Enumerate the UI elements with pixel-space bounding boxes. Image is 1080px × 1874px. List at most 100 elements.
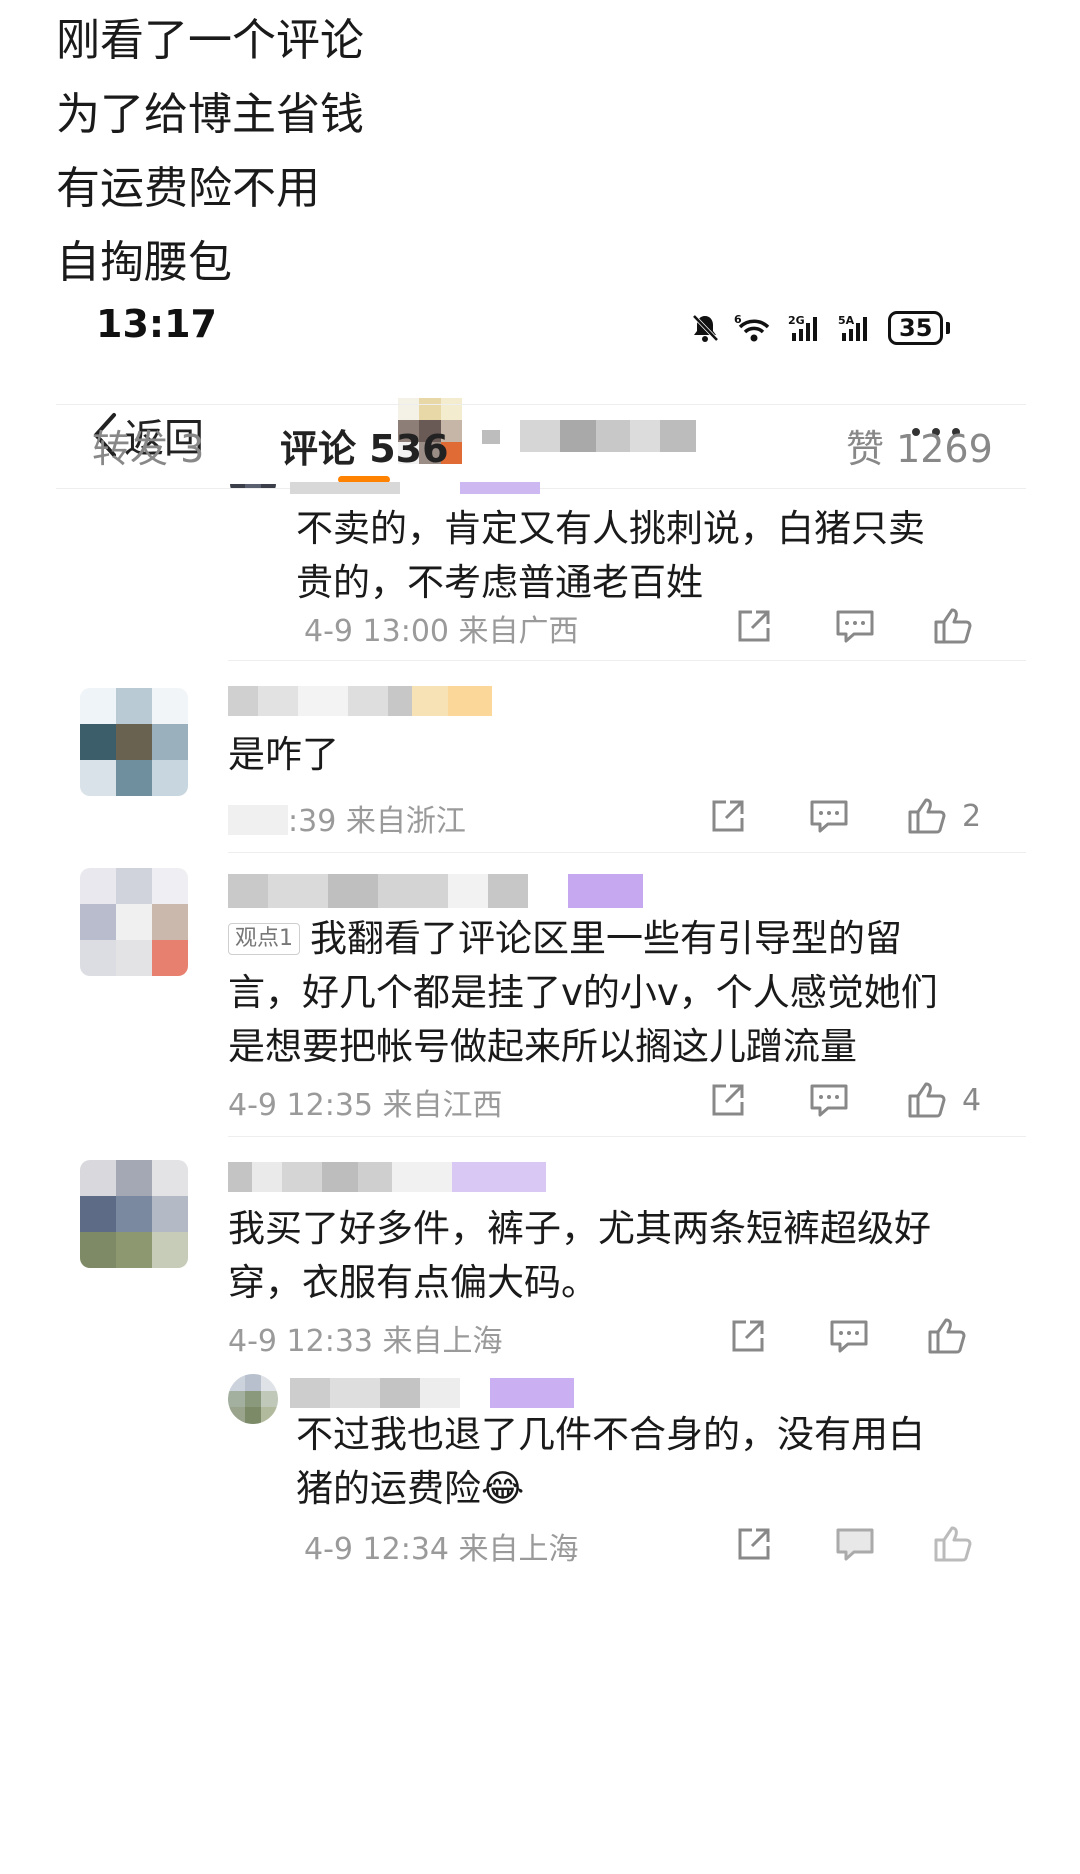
comment-item: 不卖的，肯定又有人挑刺说，白猪只卖 贵的，不考虑普通老百姓 4-9 13:00 …: [0, 482, 1080, 668]
like-button[interactable]: [926, 1316, 982, 1356]
tab-likes[interactable]: 赞 1269: [846, 418, 993, 473]
share-button[interactable]: [708, 1080, 748, 1120]
like-button[interactable]: 4: [906, 1080, 981, 1120]
thumbs-up-icon: [908, 1082, 946, 1118]
comment-text: 不卖的，肯定又有人挑刺说，白猪只卖 贵的，不考虑普通老百姓: [296, 502, 925, 610]
status-time: 13:17: [96, 302, 217, 346]
share-icon: [738, 1528, 770, 1560]
share-icon: [738, 610, 770, 642]
caption-line: 有运费险不用: [56, 163, 320, 214]
reply-button[interactable]: [808, 1080, 850, 1120]
share-icon: [732, 1320, 764, 1352]
tab-comments[interactable]: 评论 536: [280, 418, 449, 473]
reply-button[interactable]: [834, 606, 876, 646]
comment-text: 我买了好多件，裤子，尤其两条短裤超级好 穿，衣服有点偏大码。: [228, 1202, 931, 1310]
comment-actions: [720, 1316, 1020, 1356]
comment-item: 观点1 我翻看了评论区里一些有引导型的留 言，好几个都是挂了v的小v，个人感觉她们…: [0, 864, 1080, 1134]
comment-icon: [810, 800, 848, 833]
comment-line: 是咋了: [228, 733, 339, 776]
blurred-username[interactable]: [228, 874, 643, 908]
comment-divider: [228, 660, 1026, 661]
comment-icon: [836, 610, 874, 643]
avatar[interactable]: [80, 688, 188, 796]
avatar[interactable]: [80, 1160, 188, 1268]
reply-button[interactable]: [834, 1524, 876, 1564]
comment-line: 穿，衣服有点偏大码。: [228, 1261, 598, 1304]
phone-screenshot: 13:17 6 2G 5A 35 返回 转发 3 评论 536 赞 1269 不…: [0, 298, 1080, 1874]
opinion-badge[interactable]: 观点1: [228, 923, 300, 955]
share-button[interactable]: [708, 796, 748, 836]
comment-line: 不过我也退了几件不合身的，没有用白: [296, 1413, 925, 1456]
comment-line-text: 我翻看了评论区里一些有引导型的留: [310, 917, 902, 960]
comment-meta: 4-9 12:33 来自上海: [228, 1324, 503, 1359]
comment-divider: [228, 852, 1026, 853]
caption-line: 自掏腰包: [56, 237, 232, 288]
reply-button[interactable]: [828, 1316, 870, 1356]
signal-5g-icon: 5A: [838, 314, 867, 341]
comment-item: 是咋了 :39 来自浙江 2: [0, 676, 1080, 846]
mute-bell-icon: [692, 314, 719, 342]
like-button[interactable]: [932, 1524, 988, 1564]
blurred-username[interactable]: [290, 1378, 574, 1408]
share-icon: [712, 1084, 744, 1116]
share-button[interactable]: [734, 1524, 774, 1564]
share-button[interactable]: [734, 606, 774, 646]
thumbs-up-icon: [908, 798, 946, 834]
blurred-username[interactable]: [228, 686, 492, 716]
like-button[interactable]: [932, 606, 988, 646]
comment-line: 是想要把帐号做起来所以搁这儿蹭流量: [228, 1025, 857, 1068]
blurred-username[interactable]: [228, 1162, 546, 1192]
caption-line: 为了给博主省钱: [56, 89, 364, 140]
like-button[interactable]: 2: [906, 796, 981, 836]
status-bar: 13:17 6 2G 5A 35: [0, 298, 1080, 348]
comment-line: 不卖的，肯定又有人挑刺说，白猪只卖: [296, 507, 925, 550]
comment-text: 不过我也退了几件不合身的，没有用白 猪的运费险😂: [296, 1408, 925, 1516]
blurred-date: [228, 805, 288, 835]
share-button[interactable]: [728, 1316, 768, 1356]
comment-actions: 2: [700, 796, 1020, 836]
caption-line: 刚看了一个评论: [56, 15, 364, 66]
thumbs-up-icon: [934, 1526, 972, 1562]
post-caption: 刚看了一个评论 为了给博主省钱 有运费险不用 自掏腰包: [56, 4, 956, 300]
svg-text:5A: 5A: [838, 314, 855, 327]
comment-line: 言，好几个都是挂了v的小v，个人感觉她们: [228, 971, 938, 1014]
comment-meta-text: :39 来自浙江: [288, 804, 466, 839]
like-count: 4: [962, 1082, 982, 1118]
comment-line: 观点1 我翻看了评论区里一些有引导型的留: [228, 912, 938, 966]
comment-meta: 4-9 12:35 来自江西: [228, 1088, 503, 1123]
comment-text: 是咋了: [228, 728, 339, 782]
comment-meta: 4-9 13:00 来自广西: [304, 614, 579, 649]
comment-line: 贵的，不考虑普通老百姓: [296, 561, 703, 604]
comment-actions: [720, 1524, 1020, 1564]
signal-2g-icon: 2G: [788, 314, 817, 341]
comment-text: 观点1 我翻看了评论区里一些有引导型的留 言，好几个都是挂了v的小v，个人感觉她们…: [228, 912, 938, 1074]
comment-divider: [228, 1136, 1026, 1137]
comment-line: 我买了好多件，裤子，尤其两条短裤超级好: [228, 1207, 931, 1250]
thumbs-up-icon: [928, 1318, 966, 1354]
battery-level: 35: [888, 311, 944, 345]
like-count: 2: [962, 798, 982, 834]
svg-text:2G: 2G: [788, 314, 805, 327]
comment-item: 我买了好多件，裤子，尤其两条短裤超级好 穿，衣服有点偏大码。 4-9 12:33…: [0, 1154, 1080, 1374]
status-icons: 6 2G 5A 35: [690, 308, 951, 348]
comment-icon: [830, 1320, 868, 1353]
comment-icon: [836, 1528, 874, 1561]
avatar[interactable]: [228, 1374, 278, 1424]
tab-bar: 转发 3 评论 536 赞 1269: [0, 418, 1080, 488]
nav-divider: [56, 404, 1026, 405]
comment-icon: [810, 1084, 848, 1117]
avatar[interactable]: [230, 484, 276, 496]
comment-meta: 4-9 12:34 来自上海: [304, 1532, 579, 1567]
avatar[interactable]: [80, 868, 188, 976]
blurred-username[interactable]: [290, 482, 540, 494]
share-icon: [712, 800, 744, 832]
thumbs-up-icon: [934, 608, 972, 644]
comment-actions: [720, 606, 1020, 646]
reply-button[interactable]: [808, 796, 850, 836]
comment-item: 不过我也退了几件不合身的，没有用白 猪的运费险😂 4-9 12:34 来自上海: [0, 1374, 1080, 1594]
comment-meta: :39 来自浙江: [228, 796, 466, 840]
comment-line: 猪的运费险😂: [296, 1467, 525, 1510]
tab-repost[interactable]: 转发 3: [92, 418, 204, 473]
battery-icon: 35: [888, 311, 951, 345]
wifi-icon: 6: [734, 313, 770, 342]
